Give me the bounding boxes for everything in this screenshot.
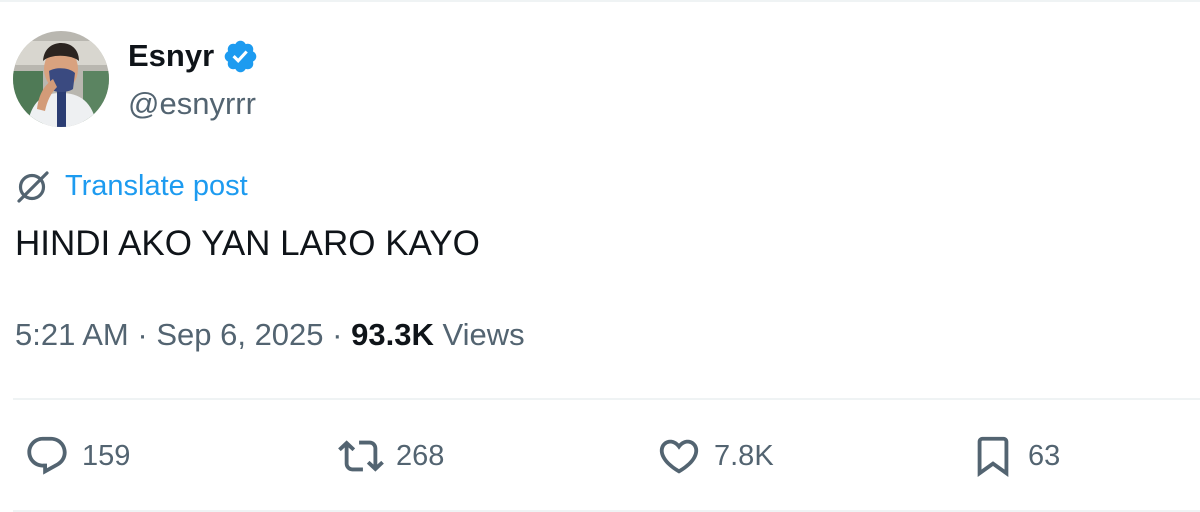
reply-icon bbox=[27, 436, 67, 475]
top-divider bbox=[0, 0, 1200, 2]
repost-icon bbox=[338, 440, 384, 472]
repost-count: 268 bbox=[396, 440, 445, 472]
heart-icon bbox=[659, 439, 699, 474]
translate-icon bbox=[17, 171, 49, 203]
bookmark-count: 63 bbox=[1028, 440, 1061, 472]
post-time[interactable]: 5:21 AM bbox=[15, 317, 129, 352]
post-meta: 5:21 AM · Sep 6, 2025 · 93.3K Views bbox=[15, 314, 525, 356]
avatar-image bbox=[13, 31, 109, 127]
bookmark-icon bbox=[977, 436, 1009, 477]
repost-button[interactable]: 268 bbox=[338, 426, 444, 486]
actions-top-divider bbox=[13, 398, 1200, 400]
author-display-name[interactable]: Esnyr bbox=[128, 36, 214, 76]
like-count: 7.8K bbox=[714, 440, 774, 472]
reply-button[interactable]: 159 bbox=[24, 426, 130, 486]
views-label[interactable]: Views bbox=[442, 317, 524, 352]
like-button[interactable]: 7.8K bbox=[656, 426, 774, 486]
avatar[interactable] bbox=[13, 31, 109, 127]
meta-separator-2: · bbox=[332, 317, 343, 352]
reply-count: 159 bbox=[82, 440, 131, 472]
post-text: HINDI AKO YAN LARO KAYO bbox=[15, 224, 480, 263]
meta-separator: · bbox=[137, 317, 148, 352]
translate-post-label: Translate post bbox=[65, 170, 248, 202]
translate-post-button[interactable]: Translate post bbox=[15, 166, 248, 206]
views-count[interactable]: 93.3K bbox=[351, 317, 434, 352]
author-name-row[interactable]: Esnyr bbox=[128, 36, 259, 76]
verified-badge-icon bbox=[224, 40, 257, 72]
author-handle[interactable]: @esnyrrr bbox=[128, 84, 256, 124]
action-bar: 159 268 7.8K 63 bbox=[0, 426, 1200, 486]
bookmark-button[interactable]: 63 bbox=[970, 426, 1060, 486]
post-date[interactable]: Sep 6, 2025 bbox=[156, 317, 323, 352]
